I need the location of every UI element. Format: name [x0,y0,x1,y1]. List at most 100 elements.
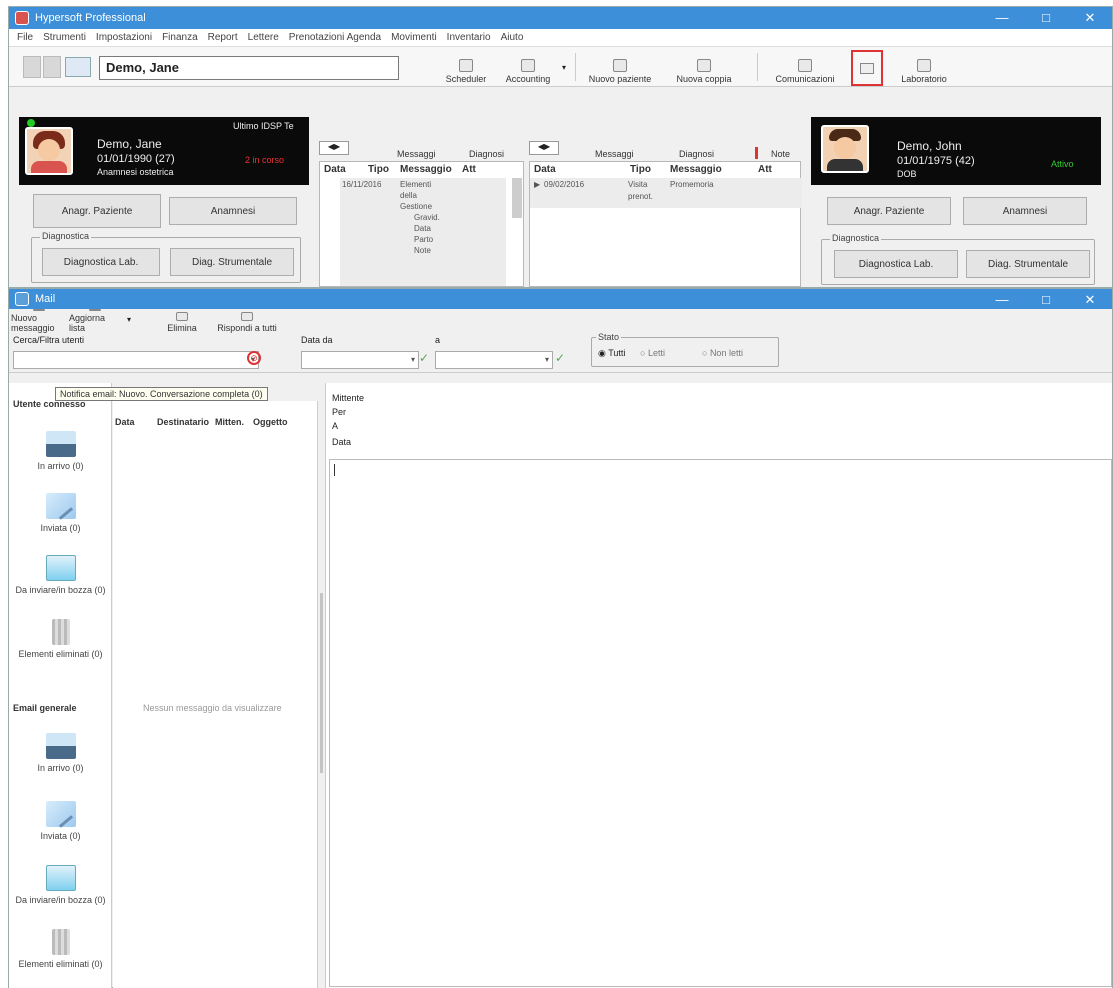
patient-search-field[interactable]: Demo, Jane [99,56,399,80]
patient-dob: 01/01/1975 (42) [897,155,975,167]
menu-finanza[interactable]: Finanza [162,32,198,43]
date-from-field[interactable]: ▾ [301,351,419,369]
folder-trash[interactable]: Elementi eliminati (0) [9,929,112,969]
col-destinatario[interactable]: Destinatario [157,417,209,427]
close-icon[interactable]: ✕ [1068,289,1112,311]
new-message-button[interactable]: Nuovo messaggio [11,309,67,333]
delete-button[interactable]: Elimina [157,309,207,333]
messages-panel-left: ◀▶ Messaggi Diagnosi Data Tipo Messaggio… [319,141,524,287]
radio-tutti[interactable]: ◉ Tutti [598,348,625,359]
scheduler-button[interactable]: Scheduler [439,50,493,84]
menu-report[interactable]: Report [208,32,238,43]
tab-diagnosi[interactable]: Diagnosi [679,149,714,159]
inbox-icon [45,733,76,759]
tab-scroll-arrows[interactable]: ◀▶ [319,141,349,155]
draft-icon [45,865,76,891]
col-data[interactable]: Data [115,417,135,427]
splitter[interactable] [318,383,326,988]
date-to-label: a [435,335,441,345]
folder-sent[interactable]: Inviata (0) [9,493,112,533]
maximize-icon[interactable]: □ [1024,289,1068,311]
vertical-scrollbar[interactable] [512,178,522,218]
col-messaggio[interactable]: Messaggio [670,164,722,175]
check-icon[interactable]: ✓ [555,351,565,365]
mail-titlebar: Mail — □ ✕ [9,289,1112,309]
patient-status: 2 in corso [245,155,285,165]
maximize-icon[interactable]: □ [1024,7,1068,29]
col-tipo[interactable]: Tipo [368,164,389,175]
laboratorio-button[interactable]: Laboratorio [889,50,959,84]
section-general: Email generale [13,703,77,713]
menu-impostazioni[interactable]: Impostazioni [96,32,152,43]
tab-messaggi[interactable]: Messaggi [397,149,436,159]
menu-lettere[interactable]: Lettere [248,32,279,43]
menu-inventario[interactable]: Inventario [447,32,491,43]
table-row[interactable]: ▶ 09/02/2016 Visita prenot. Promemoria [530,178,802,208]
col-mittente[interactable]: Mitten. [215,417,244,427]
col-att[interactable]: Att [758,164,772,175]
date-to-field[interactable]: ▾ [435,351,553,369]
forward-button[interactable] [43,56,61,78]
refresh-list-button[interactable]: Aggiorna lista [69,309,121,333]
folder-inbox[interactable]: In arrivo (0) [9,733,112,773]
col-data[interactable]: Data [324,164,346,175]
nuovo-paziente-button[interactable]: Nuovo paziente [583,50,657,84]
clear-filter-icon[interactable]: ⊘ [247,351,261,365]
reply-all-button[interactable]: Rispondi a tutti [215,309,279,333]
user-filter-combo[interactable]: ▾ [13,351,259,369]
radio-letti[interactable]: ○ Letti [640,348,665,358]
tab-messaggi[interactable]: Messaggi [595,149,634,159]
accounting-button[interactable]: Accounting [499,50,557,84]
mail-toolbar: Nuovo messaggio Aggiorna lista ▾ Elimina… [9,309,1112,333]
folder-inbox[interactable]: In arrivo (0) [9,431,112,471]
col-data[interactable]: Data [534,164,556,175]
folder-drafts[interactable]: Da inviare/in bozza (0) [9,555,112,595]
anamnesi-button[interactable]: Anamnesi [169,197,297,225]
check-icon[interactable]: ✓ [419,351,429,365]
col-messaggio[interactable]: Messaggio [400,164,452,175]
folder-sent[interactable]: Inviata (0) [9,801,112,841]
col-att[interactable]: Att [462,164,476,175]
chevron-down-icon[interactable]: ▾ [562,63,566,72]
diagnostica-lab-button[interactable]: Diagnostica Lab. [42,248,160,276]
radio-non-letti[interactable]: ○ Non letti [702,348,743,358]
diag-strumentale-button[interactable]: Diag. Strumentale [170,248,294,276]
anagrafica-paziente-button[interactable]: Anagr. Paziente [33,194,161,228]
col-tipo[interactable]: Tipo [630,164,651,175]
col-oggetto[interactable]: Oggetto [253,417,288,427]
mail-app-icon [15,292,29,306]
patient-card-icon[interactable] [65,57,91,77]
toolbar-separator [757,53,758,81]
chevron-down-icon[interactable]: ▾ [127,315,131,324]
main-toolbar: Demo, Jane Scheduler Accounting ▾ Nuovo … [9,47,1112,87]
table-row[interactable]: 16/11/2016 Elementi della Gestione Gravi… [340,178,506,286]
folder-trash[interactable]: Elementi eliminati (0) [9,619,112,659]
toolbar-separator [575,53,576,81]
trash-icon [51,619,70,645]
diagnostica-lab-button[interactable]: Diagnostica Lab. [834,250,958,278]
anagrafica-paziente-button[interactable]: Anagr. Paziente [827,197,951,225]
menu-strumenti[interactable]: Strumenti [43,32,86,43]
main-titlebar: Hypersoft Professional — □ ✕ [9,7,1112,29]
calendar-icon [459,59,473,72]
minimize-icon[interactable]: — [980,289,1024,311]
back-button[interactable] [23,56,41,78]
mail-folders-nav: Utente connesso In arrivo (0) Inviata (0… [9,383,112,988]
tab-scroll-arrows[interactable]: ◀▶ [529,141,559,155]
menu-file[interactable]: File [17,32,33,43]
mail-button[interactable] [851,50,883,86]
close-icon[interactable]: ✕ [1068,7,1112,29]
menu-movimenti[interactable]: Movimenti [391,32,437,43]
anamnesi-button[interactable]: Anamnesi [963,197,1087,225]
menu-prenotazioni[interactable]: Prenotazioni Agenda [289,32,381,43]
nuova-coppia-button[interactable]: Nuova coppia [665,50,743,84]
tab-note[interactable]: Note [771,149,790,159]
minimize-icon[interactable]: — [980,7,1024,29]
folder-drafts[interactable]: Da inviare/in bozza (0) [9,865,112,905]
splitter-grip[interactable] [320,593,323,773]
diag-strumentale-button[interactable]: Diag. Strumentale [966,250,1090,278]
tab-diagnosi[interactable]: Diagnosi [469,149,504,159]
message-body[interactable] [329,459,1112,987]
menu-aiuto[interactable]: Aiuto [501,32,524,43]
comunicazioni-button[interactable]: Comunicazioni [763,50,847,84]
